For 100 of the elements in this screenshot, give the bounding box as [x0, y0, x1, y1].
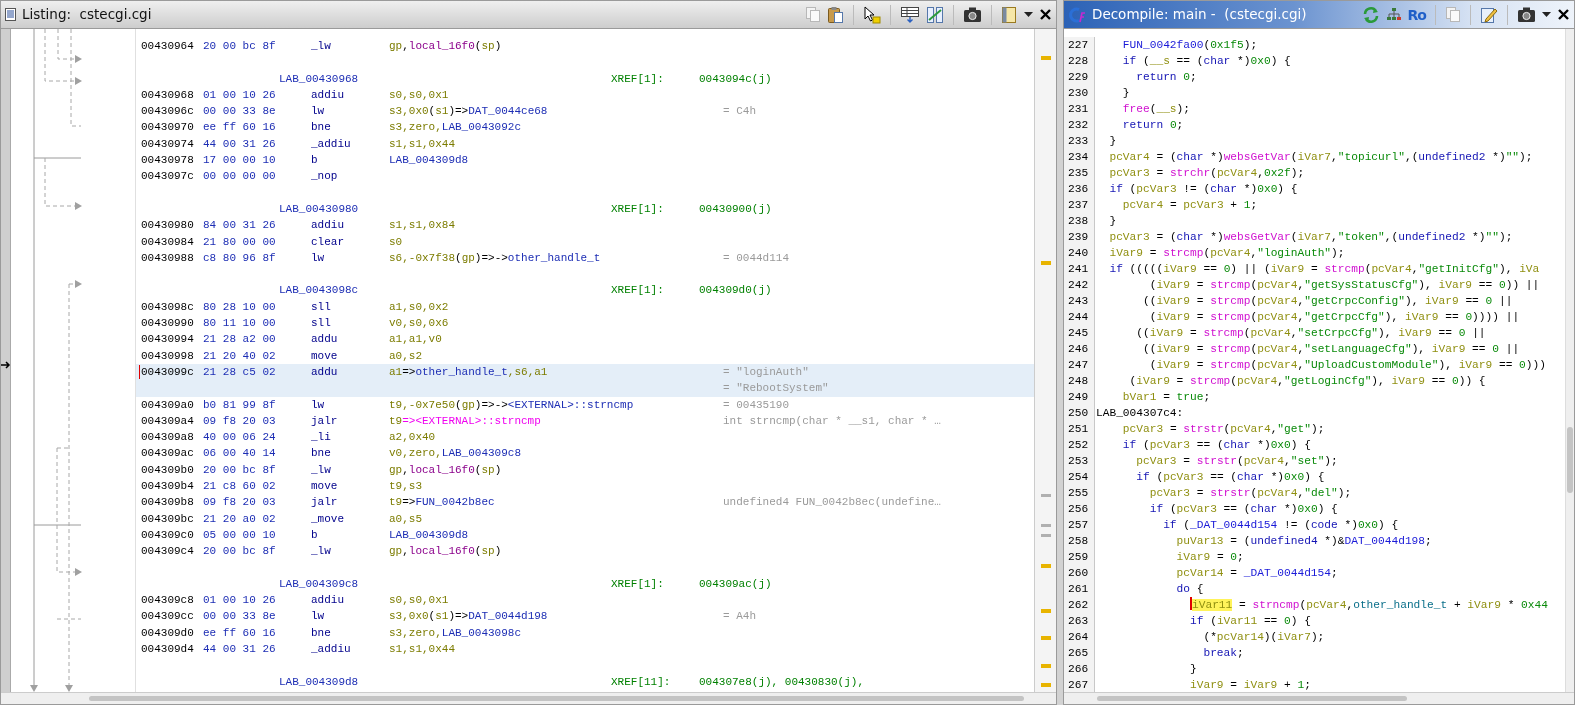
mnemonic-text: addu [311, 332, 339, 348]
listing-row[interactable]: LAB_00430968 XREF[1]: 0043094c(j) [136, 70, 1034, 87]
listing-row[interactable]: 0043097c 00 00 00 00 _nop [136, 168, 1034, 185]
line-number: 244 [1064, 309, 1095, 325]
listing-row[interactable]: 00430994 21 28 a2 00 addu a1,a1,v0 [136, 331, 1034, 348]
label-text: LAB_004309d8 [279, 674, 360, 690]
bytes-text: ee ff 60 16 [203, 120, 277, 136]
listing-row[interactable]: 004309b4 21 c8 60 02 move t9,s3 [136, 478, 1034, 495]
bytes-text: 06 00 40 14 [203, 446, 277, 462]
listing-row[interactable]: 004309cc 00 00 33 8e lw s3,0x0(s1)=>DAT_0044d198 = A4h [136, 608, 1034, 625]
listing-row[interactable]: 00430998 21 20 40 02 move a0,s2 [136, 347, 1034, 364]
listing-row[interactable]: 004309c4 20 00 bc 8f _lw gp,local_16f0(sp) [136, 543, 1034, 560]
notebook-icon[interactable] [1001, 5, 1018, 24]
listing-row[interactable]: 004309ac 06 00 40 14 bne v0,zero,LAB_004309c8 [136, 445, 1034, 462]
mnemonic-text: addiu [311, 87, 345, 103]
address-text: 004309a8 [141, 430, 195, 446]
listing-row[interactable]: 004309a8 40 00 06 24 _li a2,0x40 [136, 429, 1034, 446]
camera-icon[interactable] [963, 6, 982, 23]
listing-row[interactable]: LAB_004309c8 XREF[1]: 004309ac(j) [136, 575, 1034, 593]
mnemonic-text: sll [311, 316, 332, 332]
scrollbar-thumb[interactable] [1567, 427, 1573, 493]
caret-icon[interactable] [1024, 11, 1033, 18]
scrollbar-thumb[interactable] [1097, 696, 1407, 701]
listing-row[interactable]: 00430964 20 00 bc 8f _lw gp,local_16f0(sp) [136, 38, 1034, 55]
listing-row[interactable]: 00430988 c8 80 96 8f lw s6,-0x7f38(gp)=>->other_handle_t = 0044d114 [136, 249, 1034, 267]
close-icon[interactable] [1557, 8, 1570, 21]
listing-row[interactable]: 00430978 17 00 00 10 b LAB_004309d8 [136, 152, 1034, 169]
line-number: 237 [1064, 197, 1095, 213]
address-text: 004309ac [141, 446, 195, 462]
mnemonic-text: _move [311, 511, 345, 527]
operands-text: gp,local_16f0(sp) [389, 545, 502, 558]
operands-text: t9,s3 [389, 480, 422, 492]
address-text: 004309cc [141, 609, 195, 625]
bytes-text: 00 00 33 8e [203, 104, 277, 120]
edit-icon[interactable] [1480, 5, 1498, 24]
operands-text: s1,s1,0x44 [389, 643, 455, 655]
read-only-button[interactable]: Ro [1407, 7, 1426, 22]
listing-row[interactable]: 0043096c 00 00 33 8e lw s3,0x0(s1)=>DAT_0044ce68 = C4h [136, 103, 1034, 120]
listing-row[interactable]: 004309b0 20 00 bc 8f _lw gp,local_16f0(sp) [136, 461, 1034, 478]
listing-row[interactable]: LAB_0043098c XREF[1]: 004309d0(j) [136, 282, 1034, 299]
label-text: LAB_004309c8 [279, 576, 360, 592]
operands-text: v0,s0,0x6 [389, 317, 449, 330]
listing-row[interactable]: 0043098c 80 28 10 00 sll a1,s0,0x2 [136, 298, 1034, 316]
table-icon[interactable] [900, 6, 920, 23]
operands-text: s3,0x0(s1)=>DAT_0044d198 [389, 610, 548, 623]
tree-icon[interactable] [1385, 7, 1402, 22]
address-text: 00430980 [141, 218, 195, 234]
scrollbar-thumb[interactable] [89, 696, 1024, 701]
listing-row[interactable]: 00430974 44 00 31 26 _addiu s1,s1,0x44 [136, 135, 1034, 153]
bytes-text: 01 00 10 26 [203, 87, 277, 103]
bytes-text: 40 00 06 24 [203, 430, 277, 446]
listing-row[interactable]: LAB_00430980 XREF[1]: 00430900(j) [136, 200, 1034, 218]
paste-icon[interactable] [827, 5, 844, 24]
code-line: pcVar3 = strstr(pcVar4,"set"); [1135, 454, 1338, 469]
bytes-text: 80 11 10 00 [203, 316, 277, 332]
listing-row[interactable]: 004309c0 05 00 00 10 b LAB_004309d8 [136, 526, 1034, 544]
listing-row[interactable]: 00430980 84 00 31 26 addiu s1,s1,0x84 [136, 217, 1034, 234]
line-number: 260 [1064, 565, 1095, 581]
bytes-text: 21 c8 60 02 [203, 479, 277, 494]
listing-row[interactable]: 004309d0 ee ff 60 16 bne s3,zero,LAB_0043098c [136, 624, 1034, 641]
line-number: 228 [1064, 53, 1095, 69]
code-line: ((iVar9 = strcmp(pcVar4,"getCrpcConfig"), iVar9 == 0 || [1142, 294, 1513, 309]
listing-row[interactable]: 00430970 ee ff 60 16 bne s3,zero,LAB_0043092c [136, 119, 1034, 136]
address-text: 004309c4 [141, 544, 195, 560]
line-number: 256 [1064, 501, 1095, 517]
caret-icon[interactable] [1542, 11, 1551, 18]
code-line: if (__s == (char *)0x0) { [1121, 54, 1291, 69]
mnemonic-text: bne [311, 625, 332, 641]
operands-text: LAB_004309d8 [389, 528, 469, 541]
operands-text: t9,-0x7e50(gp)=>-><EXTERNAL>::strncmp [389, 398, 634, 411]
mnemonic-text: lw [311, 250, 326, 266]
line-number: 248 [1064, 373, 1095, 389]
listing-row[interactable]: 004309c8 01 00 10 26 addiu s0,s0,0x1 [136, 592, 1034, 609]
bytes-text: 00 00 33 8e [203, 609, 277, 625]
close-icon[interactable] [1039, 8, 1052, 21]
listing-row[interactable]: 00430968 01 00 10 26 addiu s0,s0,0x1 [136, 86, 1034, 104]
listing-row[interactable]: 004309b8 09 f8 20 03 jalr t9=>FUN_0042b8ec undefined4 FUN_0042b8ec(undefine… [136, 494, 1034, 511]
listing-row[interactable]: 0043099c 21 28 c5 02 addu a1=>other_handle_t,s6,a1 = "loginAuth" = "RebootSystem" [136, 363, 1034, 397]
bytes-text: 21 28 c5 02 [203, 364, 277, 380]
cursor-icon[interactable] [863, 5, 881, 24]
listing-row[interactable]: 004309a0 b0 81 99 8f lw t9,-0x7e50(gp)=>-><EXTERNAL>::strncmp = 00435190 [136, 396, 1034, 413]
listing-row[interactable]: 00430984 21 80 00 00 clear s0 [136, 233, 1034, 250]
mnemonic-text: addu [311, 364, 339, 380]
code-line: if (_DAT_0044d154 != (code *)0x0) { [1162, 518, 1399, 533]
diff-icon[interactable] [926, 5, 944, 24]
decompiler-icon [1068, 5, 1086, 24]
operands-text: v0,zero,LAB_004309c8 [389, 447, 522, 460]
address-text: 00430970 [141, 120, 195, 136]
listing-row[interactable]: 004309d4 44 00 31 26 _addiu s1,s1,0x44 [136, 641, 1034, 658]
listing-row[interactable]: 004309a4 09 f8 20 03 jalr t9=><EXTERNAL>::strncmp int strncmp(char * __s1, char * … [136, 412, 1034, 430]
bytes-text: 21 20 40 02 [203, 348, 277, 364]
listing-row[interactable]: 004309bc 21 20 a0 02 _move a0,s5 [136, 510, 1034, 527]
listing-row[interactable]: 00430990 80 11 10 00 sll v0,s0,0x6 [136, 315, 1034, 332]
address-text: 004309bc [141, 511, 195, 527]
code-line: FUN_0042fa00(0x1f5); [1121, 38, 1258, 53]
camera-icon[interactable] [1517, 6, 1536, 23]
code-line: (iVar9 = strcmp(pcVar4,"getCrpcCfg"), iVar9 == 0)))) || [1148, 310, 1520, 325]
line-number: 255 [1064, 485, 1095, 501]
operands-text: gp,local_16f0(sp) [389, 40, 502, 52]
listing-row[interactable]: LAB_004309d8 XREF[11]: 004307e8(j), 00430830(j), [136, 673, 1034, 690]
